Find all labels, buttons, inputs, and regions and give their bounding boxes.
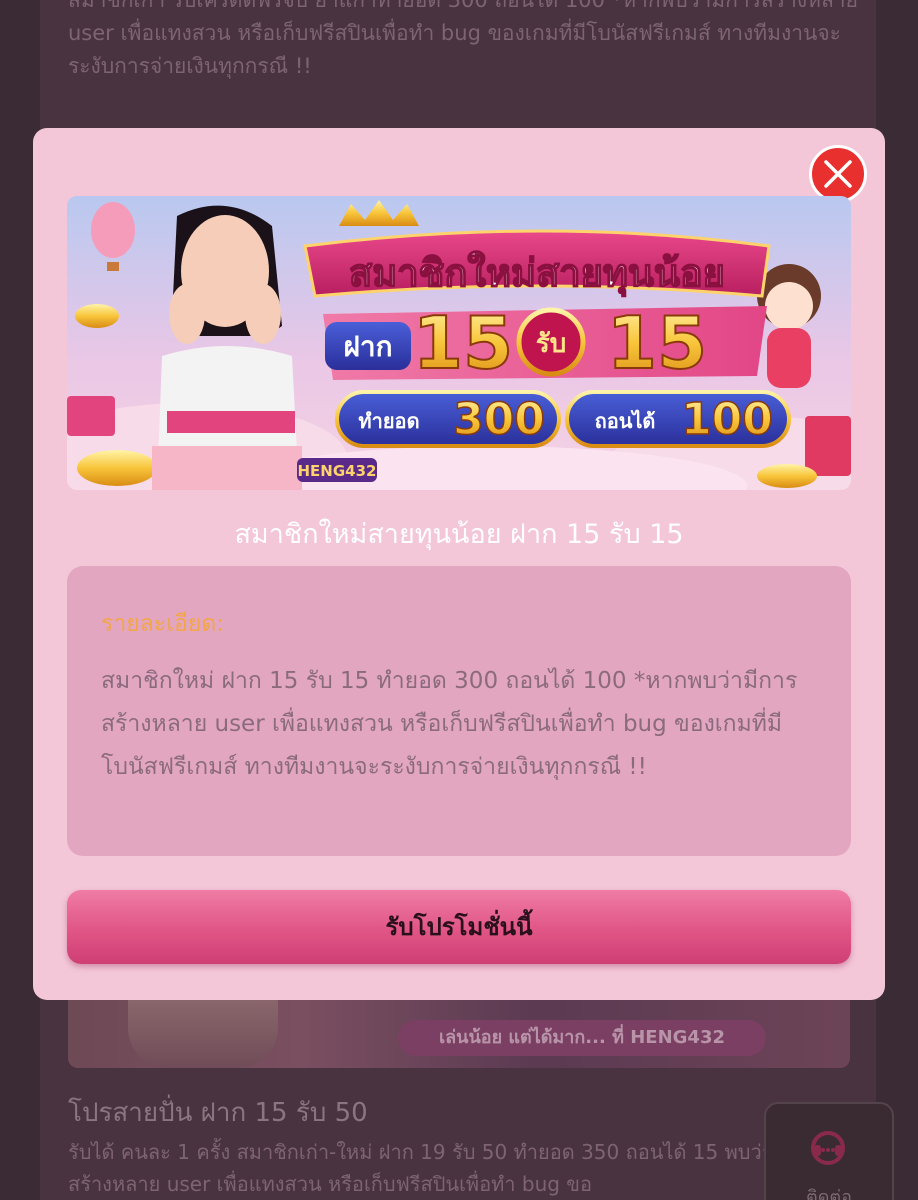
contact-label: ติดต่อ bbox=[806, 1187, 852, 1200]
promotion-modal: สมาชิกใหม่สายทุนน้อย ฝาก 15 รับ 15 ทำยอด… bbox=[33, 128, 885, 1000]
background-promo-title: โปรสายปั่น ฝาก 15 รับ 50 bbox=[68, 1098, 368, 1128]
close-modal-button[interactable] bbox=[809, 145, 867, 203]
banner-headline: สมาชิกใหม่สายทุนน้อย bbox=[349, 251, 725, 297]
banner-deposit-label: ฝาก bbox=[343, 330, 392, 363]
banner-turnover-value: 300 bbox=[453, 394, 545, 445]
background-promo-description: รับได้ คนละ 1 ครั้ง สมาชิกเก่า-ใหม่ ฝาก … bbox=[68, 1140, 821, 1196]
banner-receive-value: 15 bbox=[607, 301, 707, 385]
close-icon bbox=[824, 160, 852, 188]
background-promo-banner[interactable]: เล่นน้อย แต่ได้มาก... ที่ HENG432 bbox=[68, 990, 850, 1068]
claim-promotion-button[interactable]: รับโปรโมชั่นนี้ bbox=[67, 890, 851, 964]
banner-withdraw-label: ถอนได้ bbox=[595, 409, 656, 433]
details-text: สมาชิกใหม่ ฝาก 15 รับ 15 ทำยอด 300 ถอนได… bbox=[101, 668, 798, 780]
banner-tagline: เล่นน้อย แต่ได้มาก... ที่ HENG432 bbox=[398, 1020, 766, 1056]
promotion-title: สมาชิกใหม่สายทุนน้อย ฝาก 15 รับ 15 bbox=[234, 519, 684, 550]
headset-chat-icon bbox=[811, 1131, 845, 1165]
details-heading: รายละเอียด: bbox=[101, 611, 225, 637]
banner-receive-label: รับ bbox=[536, 329, 566, 359]
banner-brand-logo: HENG432 bbox=[298, 462, 377, 480]
banner-turnover-label: ทำยอด bbox=[358, 409, 419, 433]
banner-deposit-value: 15 bbox=[413, 301, 513, 385]
contact-support-button[interactable]: ติดต่อ bbox=[764, 1102, 894, 1200]
background-promo-text: สมาชิกเก่า รับเครดิตฟรีจบ ยำแก่าทำยอด 30… bbox=[68, 0, 858, 78]
banner-model-image bbox=[128, 990, 278, 1068]
promotion-details-box: รายละเอียด: สมาชิกใหม่ ฝาก 15 รับ 15 ทำย… bbox=[67, 566, 851, 856]
banner-withdraw-value: 100 bbox=[681, 394, 773, 445]
promo-banner-image: สมาชิกใหม่สายทุนน้อย ฝาก 15 รับ 15 ทำยอด… bbox=[67, 196, 851, 490]
